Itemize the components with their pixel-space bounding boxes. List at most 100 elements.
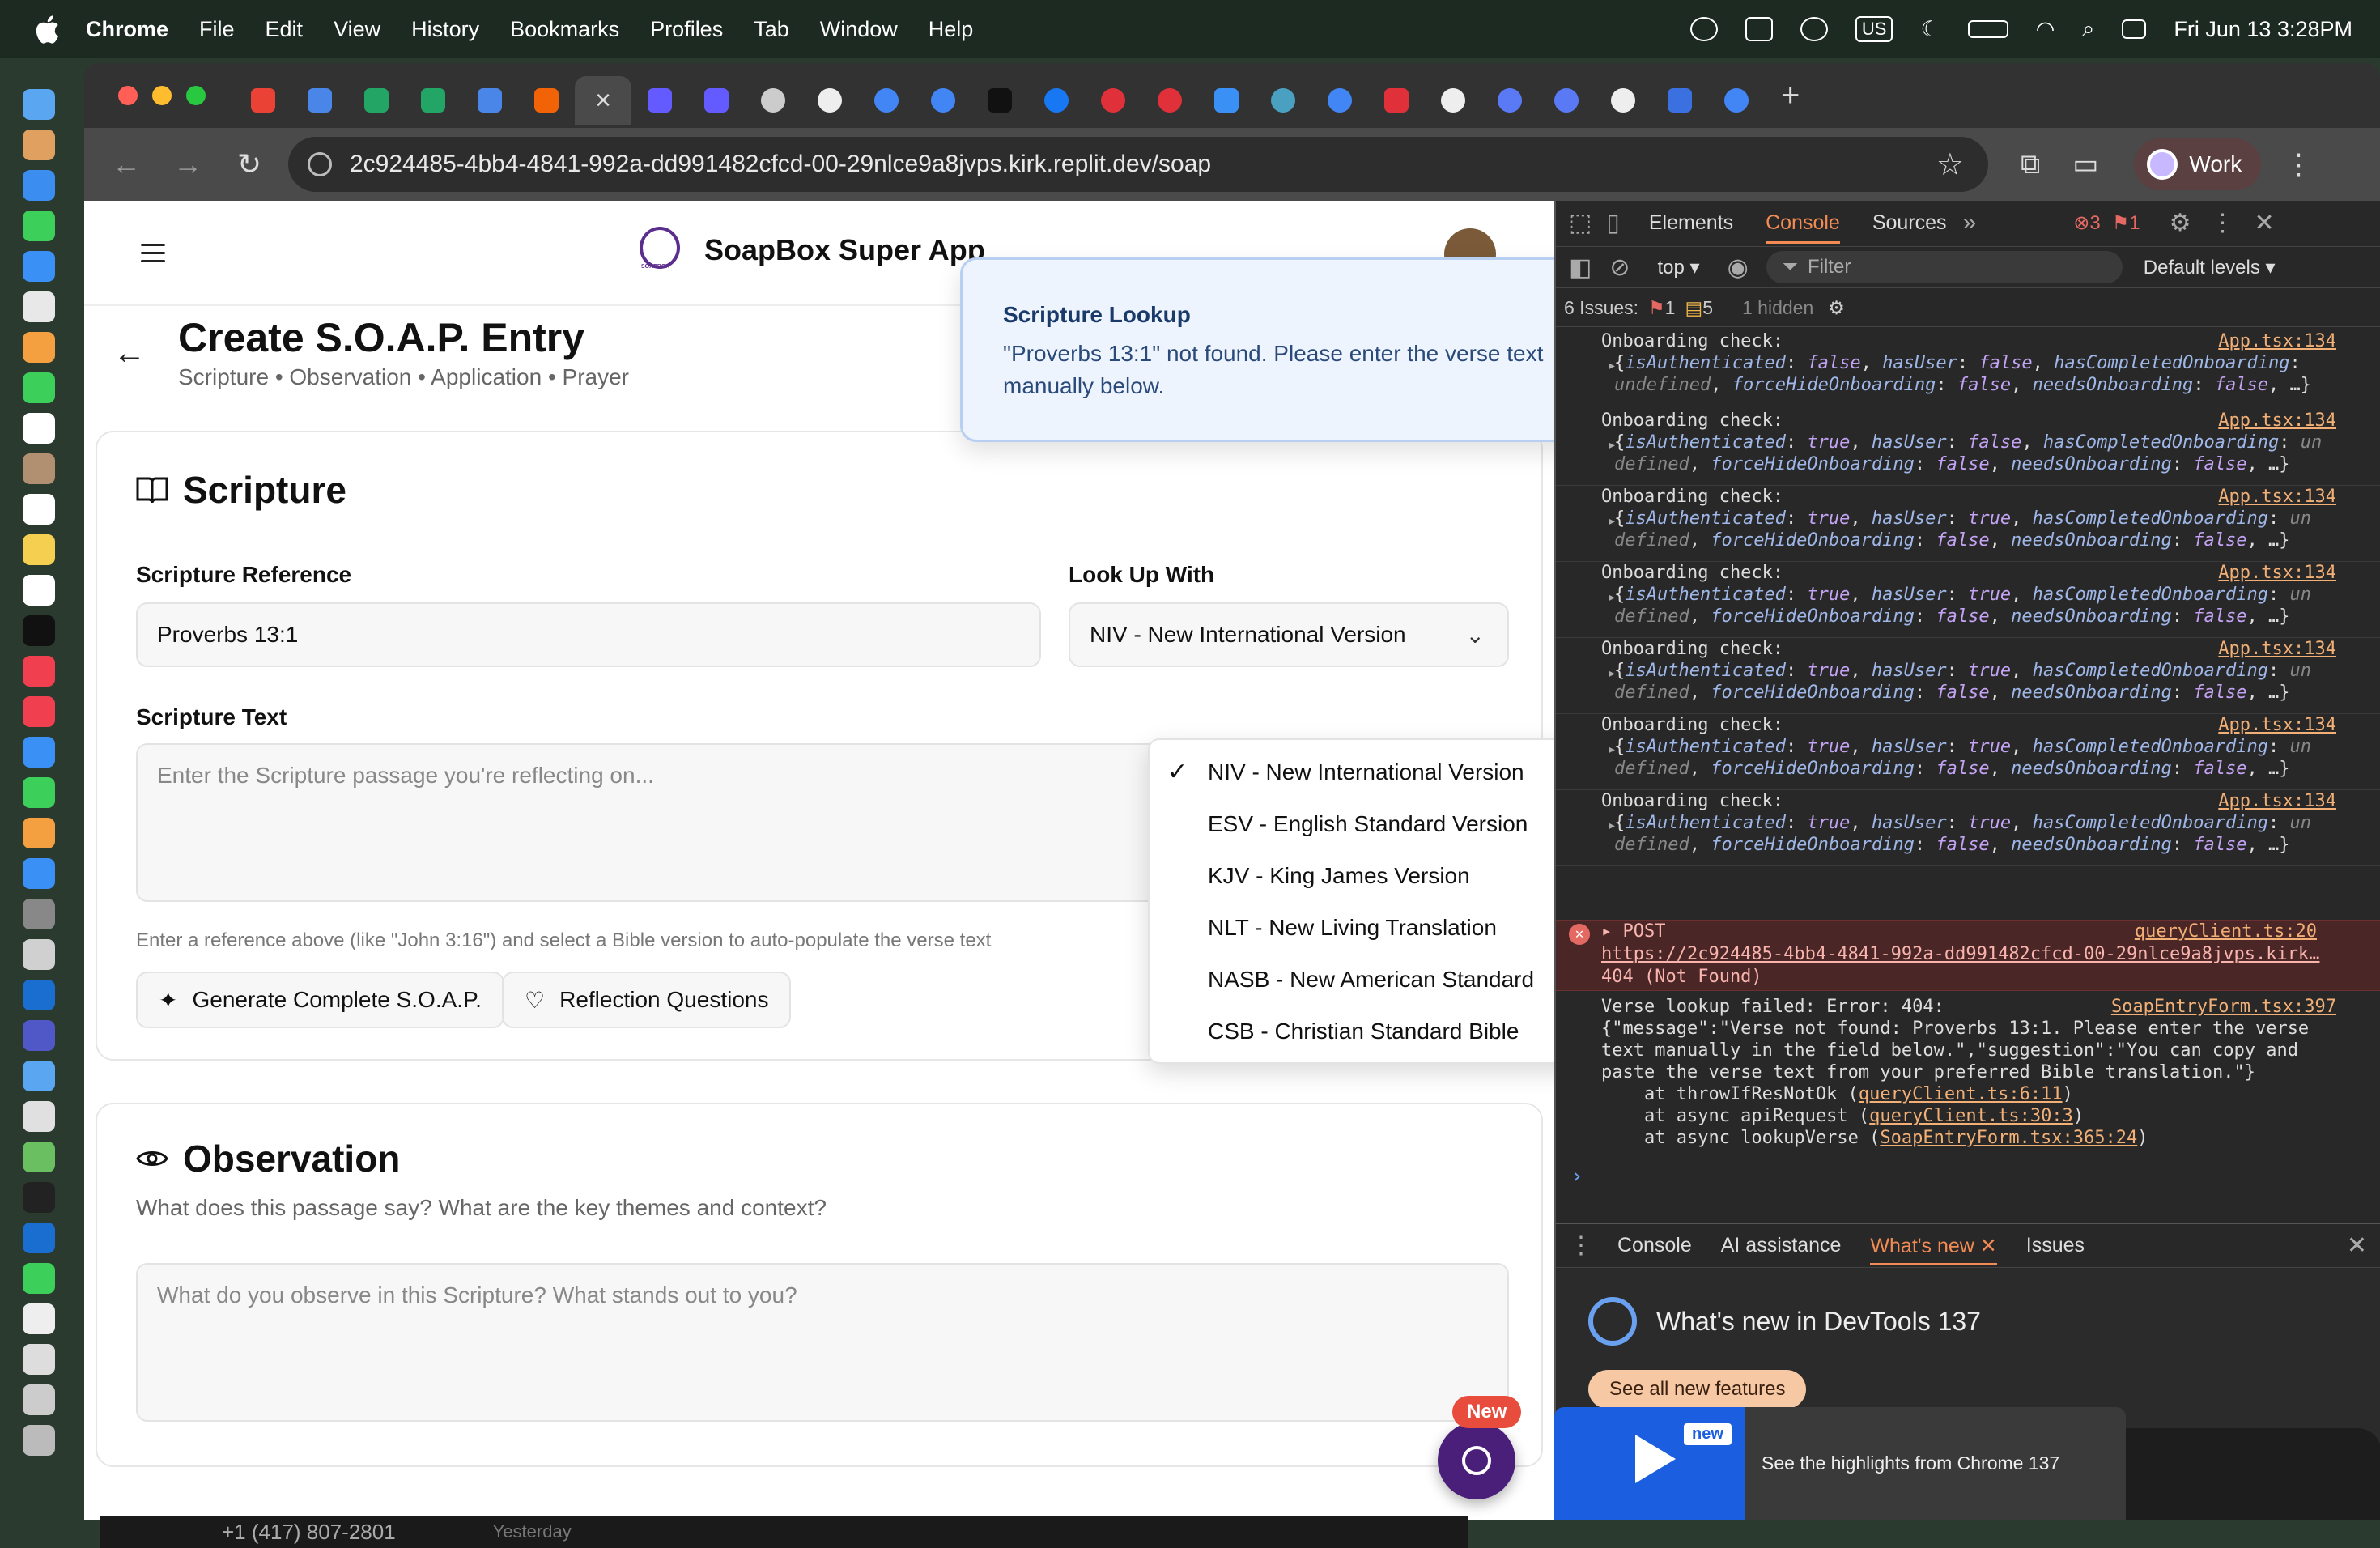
messages-icon[interactable]	[23, 211, 55, 241]
tab-app-3[interactable]	[1255, 76, 1311, 125]
tab-docs[interactable]	[291, 76, 348, 125]
observation-input[interactable]: What do you observe in this Scripture? W…	[136, 1263, 1509, 1422]
input-source-badge[interactable]: US	[1855, 16, 1893, 42]
battery-icon[interactable]	[1967, 20, 2008, 38]
tab-chromium[interactable]	[745, 76, 801, 125]
expand-arrow-icon[interactable]: ▸	[1608, 355, 1617, 376]
version-option-niv[interactable]: NIV - New International Version	[1208, 759, 1524, 785]
tab-facebook[interactable]	[1028, 76, 1085, 125]
trash-icon[interactable]	[23, 1425, 55, 1456]
expand-arrow-icon[interactable]: ▸	[1608, 510, 1617, 532]
version-option-esv[interactable]: ESV - English Standard Version	[1208, 811, 1528, 837]
facetime-icon[interactable]	[23, 372, 55, 403]
cast-icon[interactable]: ▭	[2072, 148, 2098, 181]
issues-bar[interactable]: 6 Issues: ⚑ 1 ▤ 5 1 hidden ⚙	[1556, 290, 2380, 327]
expand-arrow-icon[interactable]: ▸	[1608, 738, 1617, 760]
log-source-link[interactable]: App.tsx:134	[2218, 330, 2336, 352]
system-settings-icon[interactable]	[23, 899, 55, 929]
stack-link-3[interactable]: SoapEntryForm.tsx:365:24	[1880, 1128, 2137, 1148]
safari-icon[interactable]	[23, 170, 55, 201]
mail-icon[interactable]	[23, 251, 55, 282]
more-tabs-icon[interactable]: »	[1963, 209, 1977, 236]
apple-icon[interactable]	[32, 13, 62, 45]
tab-docs-2[interactable]	[461, 76, 518, 125]
reflection-questions-button[interactable]: ♡ Reflection Questions	[502, 972, 792, 1028]
downloads-icon[interactable]	[23, 1344, 55, 1375]
chrome-menu-icon[interactable]: ⋮	[2284, 147, 2313, 181]
1password-icon[interactable]	[23, 1223, 55, 1253]
sidebar-toggle-icon[interactable]: ◧	[1569, 253, 1592, 282]
spotlight-search-icon[interactable]: ⌕	[2082, 16, 2094, 42]
drawer-tab-ai-assistance[interactable]: AI assistance	[1721, 1234, 1842, 1257]
issues-settings-icon[interactable]: ⚙	[1828, 297, 1845, 319]
see-all-features-button[interactable]: See all new features	[1588, 1370, 1807, 1409]
menu-tab[interactable]: Tab	[754, 17, 789, 42]
freeform-icon[interactable]	[23, 575, 55, 606]
calendar-icon[interactable]	[23, 413, 55, 444]
context-select[interactable]: top ▾	[1658, 256, 1700, 279]
tab-app-6[interactable]	[1651, 76, 1708, 125]
console-error-entry[interactable]: ✕ ▸ POST queryClient.ts:20 https://2c924…	[1556, 920, 2380, 991]
version-option-nasb[interactable]: NASB - New American Standard	[1208, 967, 1534, 993]
back-button[interactable]: ←	[107, 147, 146, 181]
numbers-icon[interactable]	[23, 777, 55, 808]
document-icon[interactable]	[23, 1303, 55, 1334]
error-count-badge[interactable]: ⊗3	[2073, 211, 2100, 235]
console-log-entry[interactable]: Onboarding check: App.tsx:134 ▸ {isAuthe…	[1556, 714, 2380, 790]
news-icon[interactable]	[23, 696, 55, 727]
tab-github[interactable]	[1595, 76, 1651, 125]
verse-log-source-link[interactable]: SoapEntryForm.tsx:397	[2111, 996, 2336, 1018]
expand-arrow-icon[interactable]: ▸	[1608, 586, 1617, 608]
console-log-entry[interactable]: Onboarding check: App.tsx:134 ▸ {isAuthe…	[1556, 790, 2380, 866]
zoom-window-button[interactable]	[186, 86, 206, 105]
menu-app-name[interactable]: Chrome	[86, 17, 168, 42]
tab-dropbox[interactable]	[1198, 76, 1255, 125]
devtools-settings-icon[interactable]: ⚙	[2170, 209, 2191, 237]
maps-icon[interactable]	[23, 1142, 55, 1172]
reminders-icon[interactable]	[23, 494, 55, 525]
status-app-icon[interactable]	[1689, 17, 1718, 41]
console-log-entry[interactable]: Onboarding check: App.tsx:134 ▸ {isAuthe…	[1556, 562, 2380, 638]
minimize-window-button[interactable]	[152, 86, 172, 105]
tab-active[interactable]: ×	[575, 76, 631, 125]
error-source-link[interactable]: queryClient.ts:20	[2135, 921, 2317, 943]
menu-history[interactable]: History	[411, 17, 479, 42]
device-toolbar-icon[interactable]: ▯	[1606, 209, 1620, 237]
live-expression-icon[interactable]: ◉	[1728, 253, 1749, 282]
preview-icon[interactable]	[23, 939, 55, 970]
finder-alt-icon[interactable]	[23, 1061, 55, 1091]
notes-icon[interactable]	[23, 534, 55, 565]
tab-openai-2[interactable]	[1425, 76, 1481, 125]
tab-google-2[interactable]	[915, 76, 971, 125]
moon-icon[interactable]: ☾	[1920, 17, 1940, 42]
menu-profiles[interactable]: Profiles	[650, 17, 723, 42]
site-info-icon[interactable]	[308, 152, 332, 176]
menu-window[interactable]: Window	[820, 17, 898, 42]
bookmark-star-icon[interactable]: ☆	[1936, 147, 1964, 183]
console-log-entry[interactable]: Onboarding check: App.tsx:134 ▸ {isAuthe…	[1556, 330, 2380, 406]
music-icon[interactable]	[23, 656, 55, 687]
menu-help[interactable]: Help	[929, 17, 974, 42]
chrome-dock-icon[interactable]	[23, 291, 55, 322]
photos-icon[interactable]	[23, 332, 55, 363]
app-store-icon[interactable]	[23, 858, 55, 889]
version-option-nlt[interactable]: NLT - New Living Translation	[1208, 915, 1497, 941]
drawer-tab-whats-new[interactable]: What's new ✕	[1870, 1234, 1997, 1265]
soapbox-logo[interactable]: SOAPBOX	[640, 227, 680, 270]
tab-app-2[interactable]	[1141, 76, 1198, 125]
url-text[interactable]: 2c924485-4bb4-4841-992a-dd991482cfcd-00-…	[350, 151, 1211, 178]
back-arrow-icon[interactable]: ←	[113, 335, 146, 372]
tab-sources[interactable]: Sources	[1872, 211, 1947, 235]
drawer-tab-console[interactable]: Console	[1617, 1234, 1692, 1257]
tab-stripe[interactable]	[631, 76, 688, 125]
tab-tesla[interactable]	[1368, 76, 1425, 125]
terminal-icon[interactable]	[23, 1182, 55, 1213]
tv-icon[interactable]	[23, 615, 55, 646]
log-source-link[interactable]: App.tsx:134	[2218, 790, 2336, 812]
extensions-icon[interactable]: ⧉	[2021, 149, 2040, 181]
version-option-csb[interactable]: CSB - Christian Standard Bible	[1208, 1019, 1519, 1044]
stack-icon[interactable]	[23, 1384, 55, 1415]
clear-console-icon[interactable]: ⊘	[1609, 253, 1630, 282]
weather-icon[interactable]	[1800, 17, 1828, 41]
console-log-entry[interactable]: Onboarding check: App.tsx:134 ▸ {isAuthe…	[1556, 638, 2380, 714]
